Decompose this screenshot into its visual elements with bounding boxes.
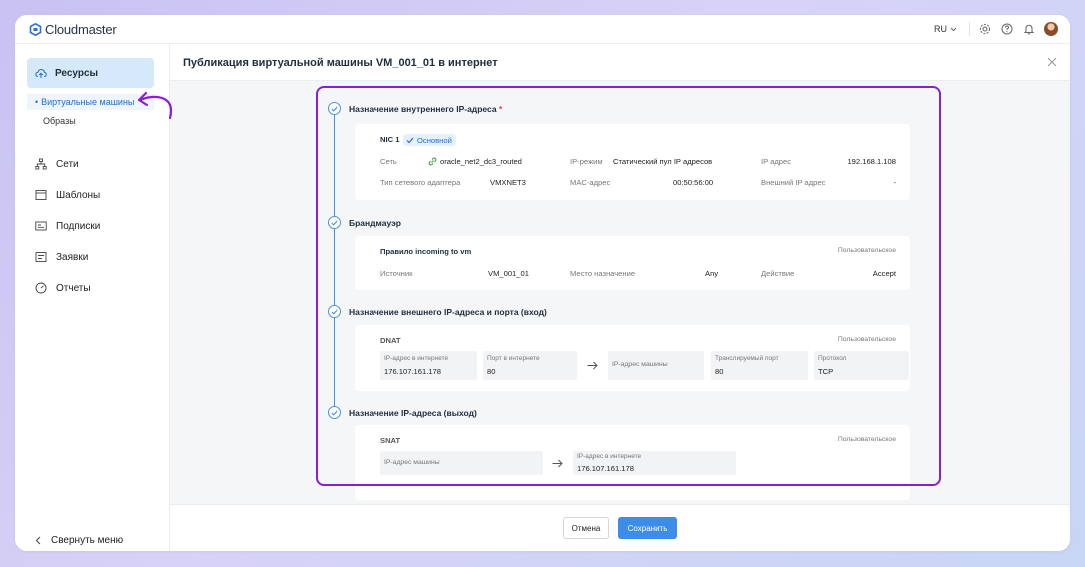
- main-panel: Публикация виртуальной машины VM_001_01 …: [170, 44, 1070, 551]
- ip-mode-value: Статический пул IP адресов: [613, 157, 713, 166]
- avatar[interactable]: [1044, 22, 1058, 36]
- gear-icon: [979, 23, 991, 35]
- status-badge: Основной: [403, 134, 456, 146]
- section-title-internal-ip: Назначение внутреннего IP-адреса *: [349, 104, 503, 114]
- save-button[interactable]: Сохранить: [618, 517, 677, 539]
- sidebar-item-label: Отчеты: [56, 282, 91, 294]
- page-title: Публикация виртуальной машины VM_001_01 …: [183, 57, 498, 69]
- check-icon: [406, 137, 414, 143]
- section-title-dnat: Назначение внешнего IP-адреса и порта (в…: [349, 307, 547, 317]
- chevron-down-icon: [950, 27, 957, 31]
- external-ip-label: Внешний IP адрес: [761, 178, 826, 187]
- adapter-type-label: Тип сетевого адаптера: [380, 178, 461, 187]
- network-value[interactable]: oracle_net2_dc3_routed: [440, 157, 522, 166]
- sidebar: Ресурсы Виртуальные машины Образы Сети Ш…: [15, 44, 170, 551]
- action-value: Accept: [872, 269, 896, 278]
- bell-icon: [1023, 24, 1035, 35]
- step-check-icon: [328, 216, 341, 229]
- top-bar: Cloudmaster RU: [15, 15, 1070, 44]
- machine-ip-field[interactable]: IP-адрес машины: [608, 351, 704, 380]
- card-nic: NIC 1 Основной Сеть oracle_net2_dc3_rout…: [355, 124, 910, 200]
- collapse-menu-button[interactable]: Свернуть меню: [35, 535, 123, 546]
- card-dnat: DNAT Пользовательское IP-адрес в интерне…: [355, 325, 910, 391]
- arrow-right-icon: [587, 361, 598, 370]
- arrow-right-icon: [552, 459, 563, 468]
- language-selector[interactable]: RU: [934, 24, 957, 34]
- language-label: RU: [934, 24, 947, 34]
- logo[interactable]: Cloudmaster: [29, 22, 117, 37]
- divider: [969, 22, 970, 36]
- destination-value: Any: [705, 269, 719, 278]
- reports-icon: [35, 282, 47, 294]
- sidebar-subitem-images[interactable]: Образы: [27, 114, 76, 128]
- destination-label: Место назначение: [570, 269, 636, 278]
- notifications-button[interactable]: [1022, 22, 1036, 36]
- section-title-firewall: Брандмауэр: [349, 218, 401, 228]
- firewall-rule-name: Правило incoming to vm: [380, 247, 472, 256]
- sidebar-item-subscriptions[interactable]: Подписки: [35, 220, 100, 232]
- mac-address-value: 00:50:56:00: [673, 178, 714, 187]
- timeline-line: [334, 111, 335, 410]
- sidebar-item-networks[interactable]: Сети: [35, 158, 79, 170]
- dnat-label: DNAT: [380, 336, 401, 345]
- sidebar-item-label: Сети: [56, 158, 79, 170]
- sidebar-item-label: Ресурсы: [55, 67, 99, 79]
- external-ip-field[interactable]: IP-адрес в интернете 176.107.161.178: [573, 451, 736, 475]
- rule-type-label: Пользовательское: [837, 436, 896, 443]
- sidebar-item-templates[interactable]: Шаблоны: [35, 189, 100, 201]
- external-ip-field[interactable]: IP-адрес в интернете 176.107.161.178: [380, 351, 477, 380]
- network-label: Сеть: [380, 157, 397, 166]
- annotation-arrow-icon: [137, 91, 173, 120]
- step-check-icon: [328, 406, 341, 419]
- section-title-snat: Назначение IP-адреса (выход): [349, 408, 477, 418]
- form-content: Назначение внутреннего IP-адреса * NIC 1…: [328, 99, 939, 500]
- cancel-button[interactable]: Отмена: [563, 517, 609, 539]
- source-label: Источник: [380, 269, 413, 278]
- source-value: VM_001_01: [488, 269, 529, 278]
- machine-ip-field[interactable]: IP-адрес машины: [380, 451, 543, 475]
- translated-port-field[interactable]: Транслируемый порт 80: [711, 351, 808, 380]
- sidebar-item-label: Заявки: [56, 251, 89, 263]
- collapse-menu-label: Свернуть меню: [51, 535, 124, 546]
- protocol-field[interactable]: Протокол TCP: [814, 351, 909, 380]
- page-header: Публикация виртуальной машины VM_001_01 …: [170, 44, 1070, 81]
- settings-button[interactable]: [978, 22, 992, 36]
- action-label: Действие: [761, 269, 795, 278]
- cloud-upload-icon: [35, 68, 47, 78]
- ip-address-value: 192.168.1.108: [847, 157, 896, 166]
- adapter-type-value: VMXNET3: [490, 178, 526, 187]
- step-check-icon: [328, 102, 341, 115]
- sidebar-item-reports[interactable]: Отчеты: [35, 282, 91, 294]
- sidebar-item-label: Подписки: [56, 220, 101, 232]
- help-button[interactable]: [1000, 22, 1014, 36]
- cloudmaster-logo-icon: [29, 23, 42, 36]
- logo-text: Cloudmaster: [45, 22, 117, 37]
- form-footer: Отмена Сохранить: [170, 504, 1070, 551]
- mac-address-label: MAC-адрес: [570, 178, 611, 187]
- network-icon: [35, 158, 47, 170]
- sidebar-item-label: Шаблоны: [56, 189, 101, 201]
- external-port-field[interactable]: Порт в интернете 80: [483, 351, 577, 380]
- card-firewall-rule: Правило incoming to vm Пользовательское …: [355, 236, 910, 290]
- nic-label: NIC 1: [380, 135, 400, 144]
- ip-mode-label: IP-режим: [570, 157, 603, 166]
- chevron-left-icon: [35, 536, 41, 545]
- snat-label: SNAT: [380, 436, 401, 445]
- sidebar-item-requests[interactable]: Заявки: [35, 251, 88, 263]
- link-icon: [428, 157, 437, 166]
- subscription-icon: [35, 221, 47, 231]
- step-check-icon: [328, 305, 341, 318]
- ip-address-label: IP адрес: [761, 157, 792, 166]
- requests-icon: [35, 252, 47, 262]
- template-icon: [35, 190, 47, 200]
- rule-type-label: Пользовательское: [837, 336, 896, 343]
- help-icon: [1001, 23, 1013, 35]
- sidebar-item-resources[interactable]: Ресурсы: [27, 58, 154, 88]
- rule-type-label: Пользовательское: [837, 247, 896, 254]
- close-icon[interactable]: [1046, 56, 1058, 68]
- card-snat: SNAT Пользовательское IP-адрес машины IP…: [355, 425, 910, 500]
- top-actions: RU: [934, 22, 1058, 36]
- external-ip-value: -: [893, 178, 896, 187]
